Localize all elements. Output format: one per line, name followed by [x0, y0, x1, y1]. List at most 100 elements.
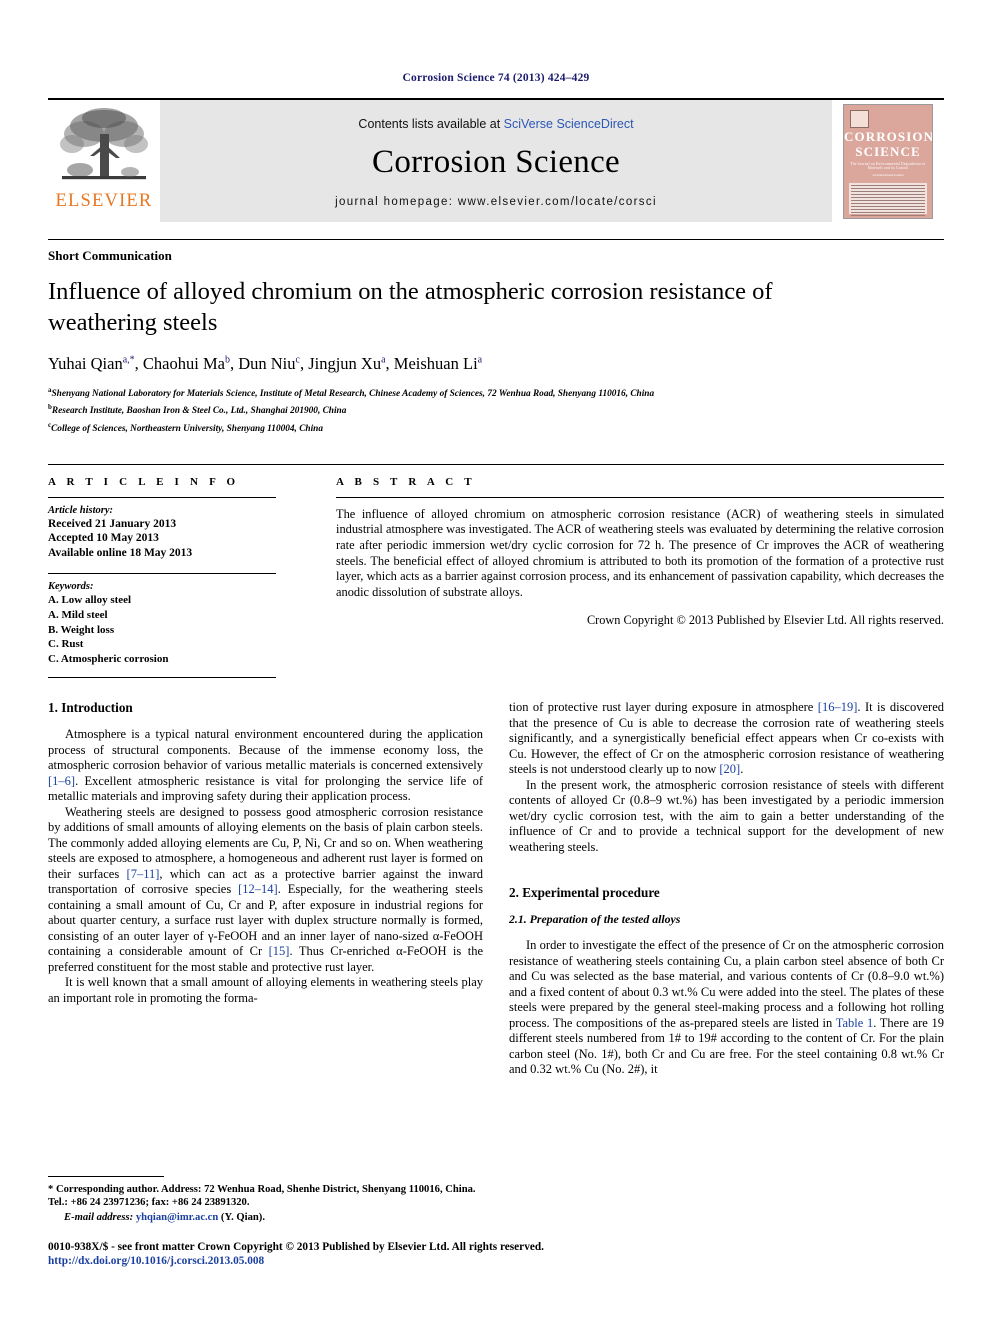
author-affil-marker: b — [224, 354, 230, 366]
author[interactable]: Chaohui Mab — [143, 354, 230, 373]
abstract-text: The influence of alloyed chromium on atm… — [336, 506, 944, 599]
author[interactable]: Jingjun Xua — [308, 354, 385, 373]
sciencedirect-link[interactable]: SciVerse ScienceDirect — [504, 117, 634, 131]
paragraph: It is well known that a small amount of … — [48, 975, 483, 1005]
elsevier-tree-icon — [60, 108, 148, 180]
keyword-item: B. Weight loss — [48, 623, 115, 636]
affiliation-text: College of Sciences, Northeastern Univer… — [51, 423, 323, 434]
email-link[interactable]: yhqian@imr.ac.cn — [136, 1212, 218, 1223]
paragraph-text: tion of protective rust layer during exp… — [509, 700, 818, 715]
keyword-item: C. Atmospheric corrosion — [48, 652, 169, 665]
masthead-center: Contents lists available at SciVerse Sci… — [160, 100, 832, 222]
article-history: Article history: Received 21 January 201… — [48, 498, 276, 561]
right-column: tion of protective rust layer during exp… — [509, 700, 944, 1078]
cover-text-lines — [851, 185, 925, 218]
paragraph-text: . Excellent atmospheric resistance is vi… — [48, 773, 483, 804]
subsection-heading-preparation: 2.1. Preparation of the tested alloys — [509, 912, 681, 927]
abstract-heading: A B S T R A C T — [336, 475, 476, 488]
article-info-block: A R T I C L E I N F O Article history: R… — [48, 476, 276, 666]
cover-image: CORROSION SCIENCE The Journal on Environ… — [843, 104, 933, 219]
keyword-item: A. Low alloy steel — [48, 594, 132, 607]
cover-publisher-mark — [850, 110, 869, 128]
footnote-divider — [48, 1176, 164, 1177]
cover-title-line1: CORROSION — [844, 129, 933, 144]
left-column: 1. Introduction Atmosphere is a typical … — [48, 700, 483, 1078]
history-received: Received 21 January 2013 — [48, 517, 177, 530]
paragraph: In the present work, the atmospheric cor… — [509, 777, 944, 854]
article-history-label: Article history: — [48, 504, 114, 516]
abstract-block: A B S T R A C T The influence of alloyed… — [336, 476, 944, 666]
citation-link[interactable]: [7–11] — [127, 867, 160, 881]
doi-link[interactable]: http://dx.doi.org/10.1016/j.corsci.2013.… — [48, 1254, 944, 1268]
paragraph: Atmosphere is a typical natural environm… — [48, 727, 483, 805]
author-name: Dun Niu — [238, 354, 296, 373]
info-bottom-divider — [48, 677, 276, 679]
author[interactable]: Dun Niuc — [238, 354, 300, 373]
author-affil-marker: a,* — [122, 354, 135, 366]
affiliation-item: aShenyang National Laboratory for Materi… — [48, 384, 944, 401]
running-head: Corrosion Science 74 (2013) 424–429 — [402, 72, 590, 84]
elsevier-logo: ELSEVIER — [48, 100, 160, 222]
affiliation-list: aShenyang National Laboratory for Materi… — [48, 384, 944, 436]
author[interactable]: Yuhai Qiana,* — [48, 354, 135, 373]
keywords-label: Keywords: — [48, 581, 94, 593]
cover-title: CORROSION SCIENCE — [844, 129, 932, 159]
author[interactable]: Meishuan Lia — [394, 354, 482, 373]
article-info-heading: A R T I C L E I N F O — [48, 475, 240, 488]
issn-copyright-line: 0010-938X/$ - see front matter Crown Cop… — [48, 1241, 544, 1253]
cover-title-line2: SCIENCE — [855, 144, 921, 159]
author-list: Yuhai Qiana,*, Chaohui Mab, Dun Niuc, Ji… — [48, 354, 483, 373]
affiliation-item: bResearch Institute, Baoshan Iron & Stee… — [48, 401, 944, 418]
table-link[interactable]: Table 1 — [836, 1016, 874, 1030]
paragraph-text: . — [740, 762, 744, 777]
affiliation-text: Research Institute, Baoshan Iron & Steel… — [51, 406, 347, 417]
history-accepted: Accepted 10 May 2013 — [48, 532, 159, 545]
footer-block: 0010-938X/$ - see front matter Crown Cop… — [48, 1240, 944, 1268]
affiliation-item: cCollege of Sciences, Northeastern Unive… — [48, 419, 944, 436]
journal-cover-thumbnail: CORROSION SCIENCE The Journal on Environ… — [832, 100, 944, 222]
keyword-item: A. Mild steel — [48, 608, 108, 621]
elsevier-wordmark: ELSEVIER — [55, 191, 153, 211]
journal-homepage-link[interactable]: journal homepage: www.elsevier.com/locat… — [335, 196, 657, 208]
contents-available-line: Contents lists available at SciVerse Sci… — [358, 117, 633, 131]
citation-link[interactable]: [1–6] — [48, 774, 75, 788]
journal-title: Corrosion Science — [372, 143, 620, 180]
paragraph: tion of protective rust layer during exp… — [509, 700, 944, 778]
corresponding-author-footnote: * Corresponding author. Address: 72 Wenh… — [48, 1176, 483, 1224]
paragraph: Weathering steels are designed to posses… — [48, 805, 483, 976]
author-affil-marker: c — [295, 354, 300, 366]
keyword-item: C. Rust — [48, 638, 84, 651]
body-columns: 1. Introduction Atmosphere is a typical … — [48, 700, 944, 1078]
author-name: Meishuan Li — [393, 354, 478, 373]
affiliation-text: Shenyang National Laboratory for Materia… — [51, 389, 655, 400]
journal-masthead: ELSEVIER Contents lists available at Sci… — [48, 98, 944, 222]
corresponding-author-text: * Corresponding author. Address: 72 Wenh… — [48, 1184, 476, 1209]
email-line: E-mail address: yhqian@imr.ac.cn (Y. Qia… — [48, 1211, 483, 1224]
citation-link[interactable]: [15] — [269, 944, 290, 958]
history-available-online: Available online 18 May 2013 — [48, 546, 193, 559]
citation-link[interactable]: [16–19] — [818, 700, 858, 714]
section-heading-experimental: 2. Experimental procedure — [509, 885, 660, 901]
abstract-copyright: Crown Copyright © 2013 Published by Else… — [586, 613, 944, 628]
citation-link[interactable]: [20] — [719, 762, 740, 776]
info-abstract-region: A R T I C L E I N F O Article history: R… — [48, 463, 944, 666]
email-owner: (Y. Qian). — [220, 1211, 265, 1223]
section-heading-introduction: 1. Introduction — [48, 700, 133, 716]
author-name: Chaohui Ma — [142, 354, 225, 373]
citation-link[interactable]: [12–14] — [238, 882, 278, 896]
paragraph: In order to investigate the effect of th… — [509, 938, 944, 1078]
cover-subtitle: The Journal on Environmental Degradation… — [850, 162, 926, 170]
page-title: Influence of alloyed chromium on the atm… — [48, 278, 773, 336]
author-affil-marker: a — [381, 354, 386, 366]
cover-subtitle-2: An International Journal — [872, 173, 904, 177]
cover-contents-area — [849, 183, 927, 218]
paragraph-text: Atmosphere is a typical natural environm… — [48, 727, 483, 773]
author-name: Jingjun Xu — [308, 354, 382, 373]
article-page: Corrosion Science 74 (2013) 424–429 ELSE… — [0, 0, 992, 1323]
email-label: E-mail address: — [64, 1211, 134, 1223]
contents-prefix: Contents lists available at — [358, 116, 504, 131]
article-type: Short Communication — [48, 239, 944, 264]
author-name: Yuhai Qian — [48, 354, 123, 373]
keywords-block: Keywords: A. Low alloy steel A. Mild ste… — [48, 574, 276, 666]
